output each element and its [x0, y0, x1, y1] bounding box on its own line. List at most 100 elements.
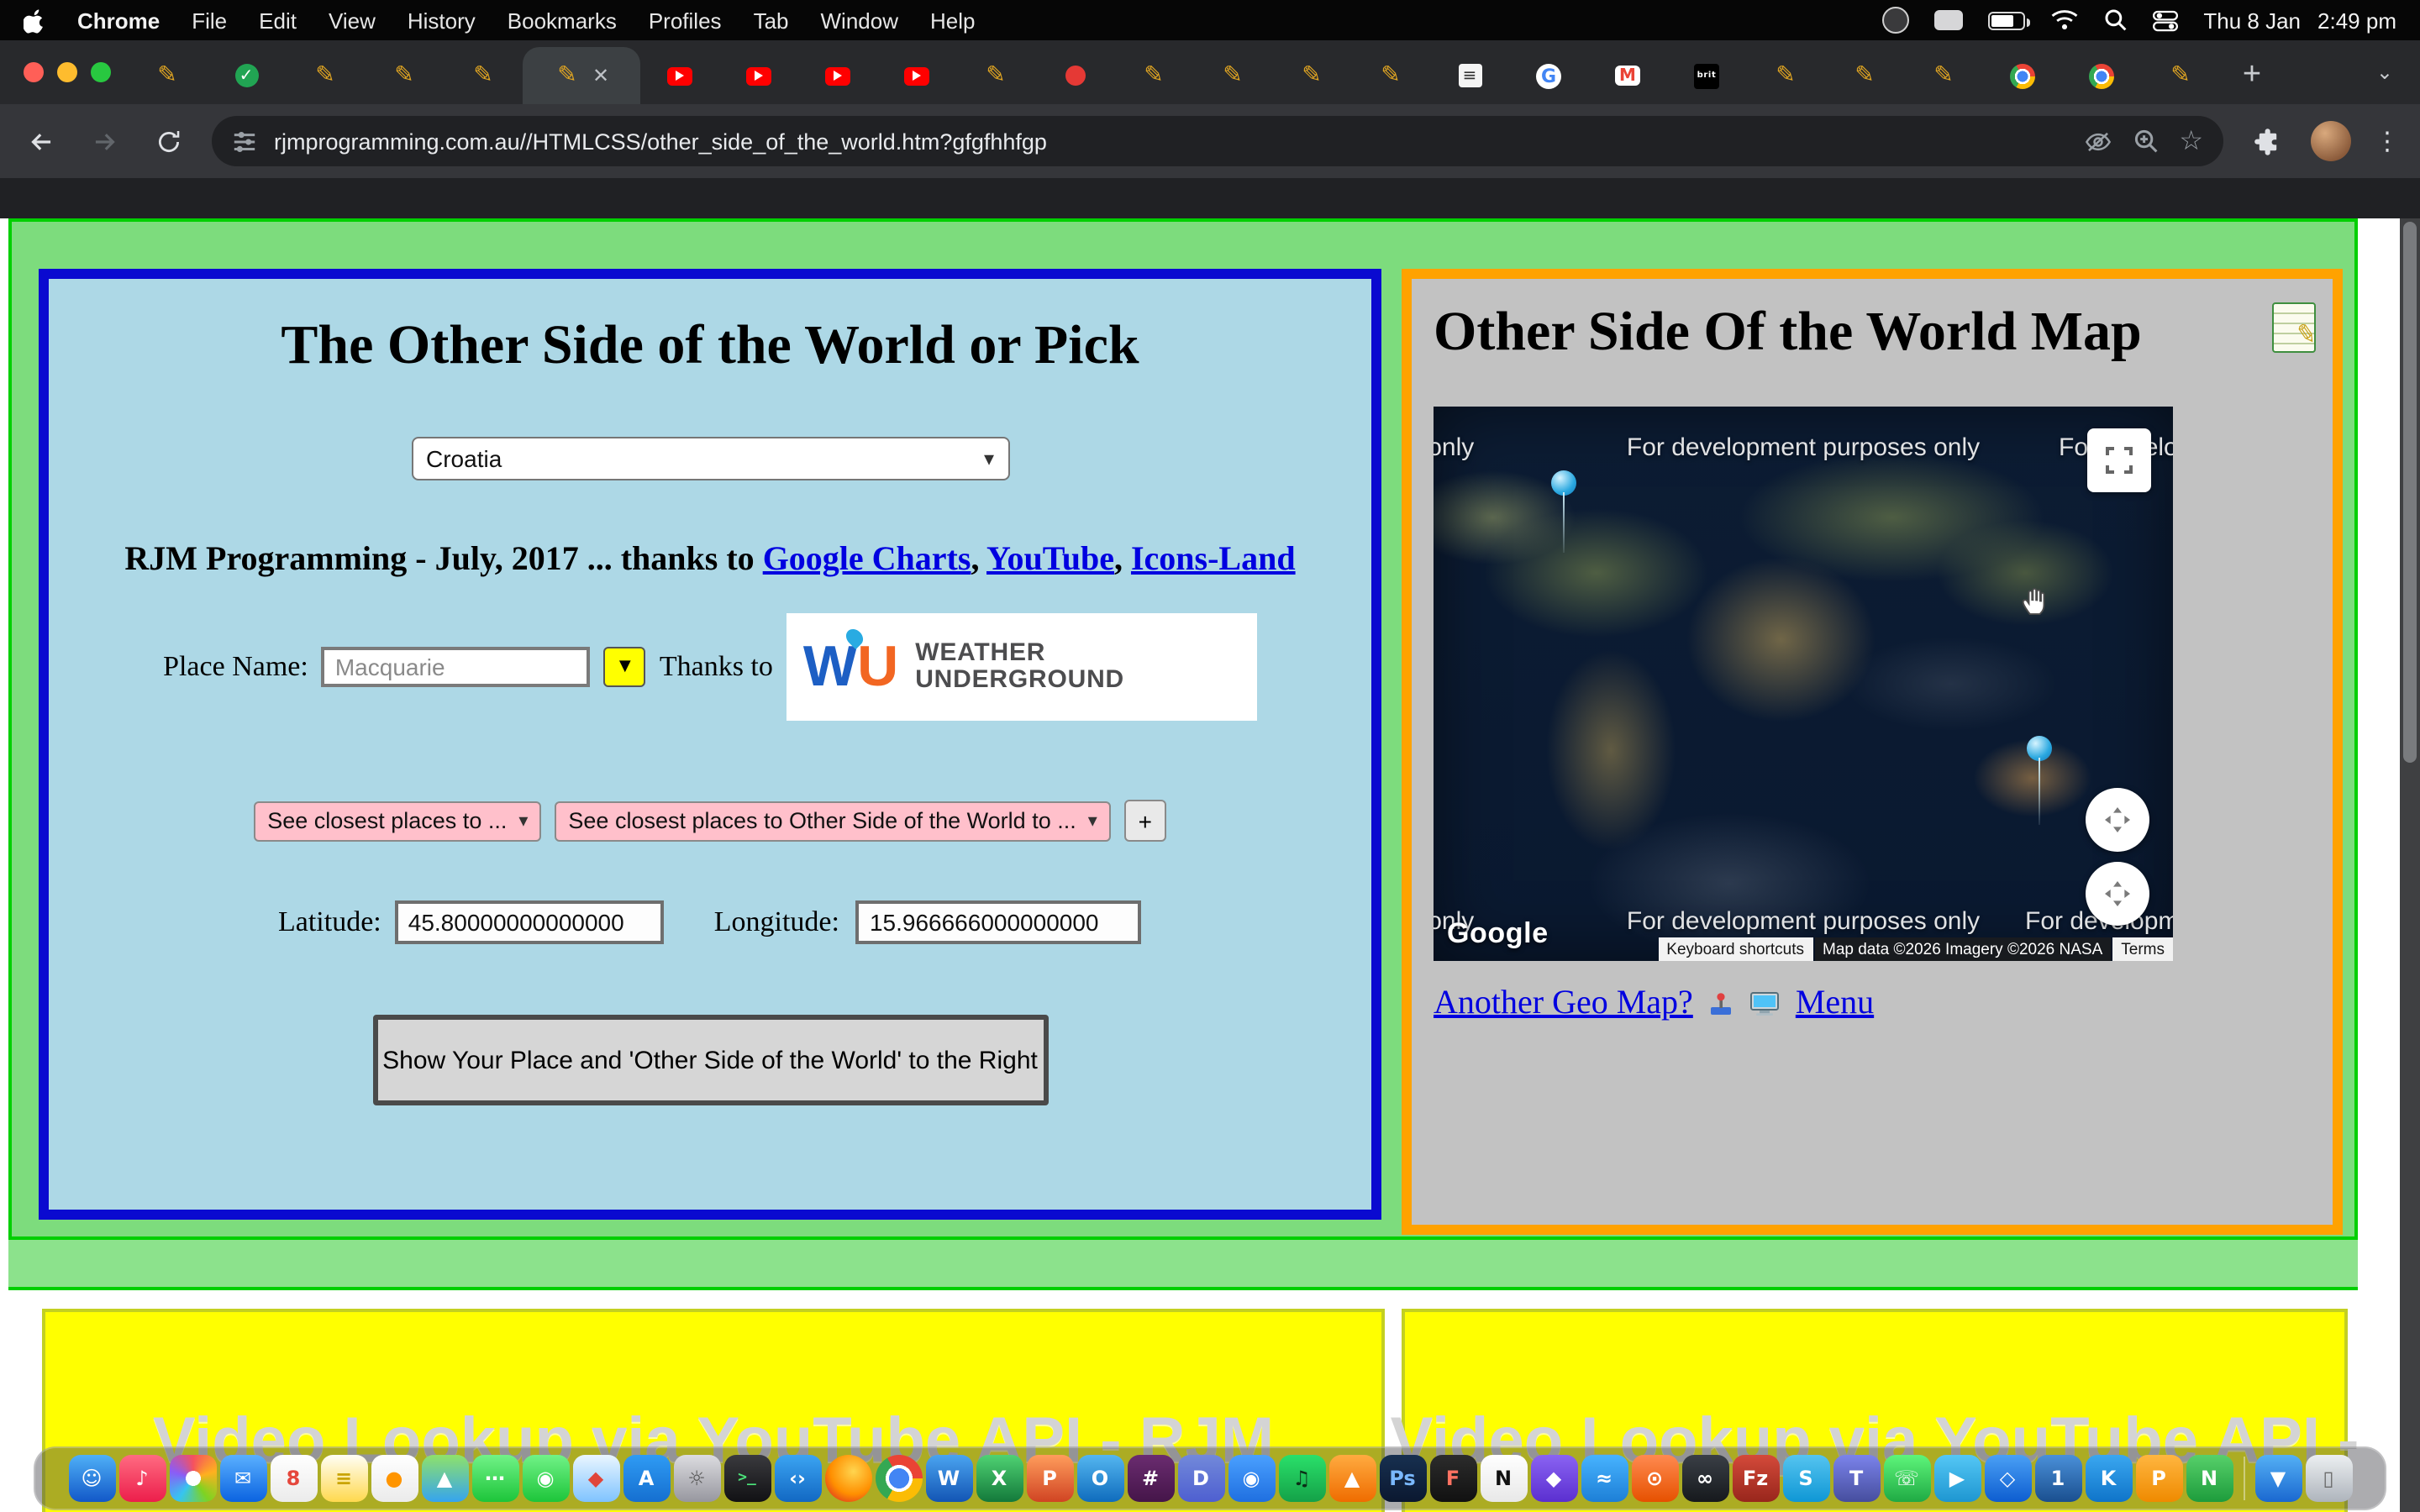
browser-tab[interactable]: ✎	[1351, 47, 1430, 104]
browser-tab[interactable]	[2062, 47, 2141, 104]
dock-app-github[interactable]: ∞	[1681, 1455, 1728, 1502]
window-zoom-button[interactable]	[91, 62, 111, 82]
browser-tab[interactable]: ✎	[1746, 47, 1825, 104]
browser-menu-icon[interactable]: ⋮	[2375, 126, 2400, 156]
profile-avatar[interactable]	[2311, 121, 2351, 161]
dock-app-spotify[interactable]: ♫	[1278, 1455, 1325, 1502]
dock-app-vlc[interactable]: ▲	[1328, 1455, 1376, 1502]
dock-app-messages[interactable]: ⋯	[471, 1455, 518, 1502]
icons-land-link[interactable]: Icons-Land	[1131, 541, 1296, 578]
address-bar[interactable]: rjmprogramming.com.au//HTMLCSS/other_sid…	[212, 116, 2223, 166]
dock-app-telegram[interactable]: ▶	[1933, 1455, 1981, 1502]
dock-app-outlook[interactable]: O	[1076, 1455, 1123, 1502]
map-fullscreen-button[interactable]	[2087, 428, 2151, 492]
youtube-link[interactable]: YouTube	[986, 541, 1114, 578]
map-pan-control-secondary[interactable]	[2086, 862, 2149, 926]
browser-tab[interactable]: ✎	[956, 47, 1035, 104]
dock-app-notes[interactable]: ≡	[320, 1455, 367, 1502]
forward-button[interactable]	[84, 121, 124, 161]
latitude-input[interactable]	[395, 900, 664, 944]
browser-tab[interactable]	[1035, 47, 1114, 104]
dock-app-teams[interactable]: T	[1833, 1455, 1880, 1502]
dock-app-discord[interactable]: D	[1177, 1455, 1224, 1502]
browser-tab[interactable]: ✎	[1193, 47, 1272, 104]
browser-tab[interactable]	[640, 47, 719, 104]
dock-app-safari[interactable]: ◆	[572, 1455, 619, 1502]
scrollbar-thumb[interactable]	[2403, 222, 2417, 763]
menu-link[interactable]: Menu	[1796, 984, 1874, 1023]
dock-app-skype[interactable]: S	[1782, 1455, 1829, 1502]
wifi-icon[interactable]	[2050, 8, 2079, 32]
country-select[interactable]: Croatia	[411, 437, 1009, 480]
browser-tab[interactable]: ✎	[1272, 47, 1351, 104]
menu-tab[interactable]: Tab	[754, 8, 789, 33]
menu-history[interactable]: History	[408, 8, 476, 33]
tab-search-chevron-icon[interactable]: ⌄	[2360, 60, 2410, 84]
dock-app-filezilla[interactable]: Fz	[1732, 1455, 1779, 1502]
tab-close-icon[interactable]: ✕	[592, 66, 609, 86]
browser-tab[interactable]: ✎	[1904, 47, 1983, 104]
dock-app-docker[interactable]: ≈	[1581, 1455, 1628, 1502]
new-tab-button[interactable]: +	[2230, 54, 2274, 97]
dock-app-finder[interactable]: ☺	[68, 1455, 115, 1502]
google-map[interactable]: For development purposes only For develo…	[1434, 407, 2173, 961]
dock-app-pages[interactable]: P	[2135, 1455, 2182, 1502]
browser-tab[interactable]: ✓	[207, 47, 286, 104]
dock-app-calendar[interactable]: 8	[270, 1455, 317, 1502]
page-scrollbar[interactable]	[2400, 218, 2420, 1512]
dock-app-word[interactable]: W	[925, 1455, 972, 1502]
longitude-input[interactable]	[856, 900, 1142, 944]
window-minimize-button[interactable]	[57, 62, 77, 82]
dock-app-figma[interactable]: F	[1429, 1455, 1476, 1502]
dock-app-vscode[interactable]: ‹›	[774, 1455, 821, 1502]
browser-tab[interactable]: ✎	[365, 47, 444, 104]
show-place-button[interactable]: Show Your Place and 'Other Side of the W…	[372, 1015, 1048, 1105]
browser-tab[interactable]	[798, 47, 877, 104]
dock-app-facetime[interactable]: ◉	[522, 1455, 569, 1502]
dock-app-dropbox[interactable]: ◇	[1984, 1455, 2031, 1502]
google-charts-link[interactable]: Google Charts	[763, 541, 971, 578]
dock-app-maps[interactable]: ▲	[421, 1455, 468, 1502]
browser-tab[interactable]: ✎	[286, 47, 365, 104]
reload-button[interactable]	[148, 121, 188, 161]
closest-other-side-select[interactable]: See closest places to Other Side of the …	[555, 801, 1110, 841]
bookmark-star-icon[interactable]: ☆	[2179, 128, 2203, 155]
dock-app-obsidian[interactable]: ◆	[1530, 1455, 1577, 1502]
dock-app-keynote[interactable]: K	[2085, 1455, 2132, 1502]
zoom-icon[interactable]	[2132, 128, 2159, 155]
control-center-icon[interactable]	[2153, 9, 2178, 31]
spotlight-search-icon[interactable]	[2104, 8, 2128, 32]
dock-app-reminders[interactable]: ●	[371, 1455, 418, 1502]
dock-app-firefox[interactable]	[824, 1455, 871, 1502]
add-button[interactable]: +	[1124, 800, 1166, 842]
status-badge-icon[interactable]	[1882, 7, 1909, 34]
url-text[interactable]: rjmprogramming.com.au//HTMLCSS/other_sid…	[274, 129, 2066, 154]
place-dropdown[interactable]: ▼	[604, 647, 646, 687]
extensions-puzzle-icon[interactable]	[2247, 121, 2287, 161]
display-status-icon[interactable]	[1934, 10, 1963, 30]
dock-app-system-settings[interactable]: ☼	[673, 1455, 720, 1502]
menu-edit[interactable]: Edit	[259, 8, 297, 33]
keyboard-shortcuts-link[interactable]: Keyboard shortcuts	[1658, 937, 1812, 961]
dock-app-mail[interactable]: ✉	[219, 1455, 266, 1502]
browser-tab[interactable]	[1983, 47, 2062, 104]
window-close-button[interactable]	[24, 62, 44, 82]
dock-app-downloads[interactable]: ▼	[2254, 1455, 2302, 1502]
browser-tab[interactable]: brit	[1667, 47, 1746, 104]
menu-window[interactable]: Window	[821, 8, 899, 33]
closest-places-select[interactable]: See closest places to ...	[254, 801, 541, 841]
browser-tab[interactable]: ✎	[444, 47, 523, 104]
dock-app-photoshop[interactable]: Ps	[1379, 1455, 1426, 1502]
dock-app-excel[interactable]: X	[976, 1455, 1023, 1502]
dock-app-slack[interactable]: #	[1127, 1455, 1174, 1502]
menu-file[interactable]: File	[192, 8, 227, 33]
dock-app-postman[interactable]: ⊙	[1631, 1455, 1678, 1502]
menu-help[interactable]: Help	[930, 8, 976, 33]
dock-app-zoom[interactable]: ◉	[1228, 1455, 1275, 1502]
dock-app-notion[interactable]: N	[1480, 1455, 1527, 1502]
dock-app-music[interactable]: ♪	[118, 1455, 166, 1502]
battery-icon[interactable]	[1988, 11, 2025, 29]
apple-menu-icon[interactable]	[24, 8, 45, 33]
browser-tab[interactable]: ✎	[128, 47, 207, 104]
menu-profiles[interactable]: Profiles	[649, 8, 722, 33]
